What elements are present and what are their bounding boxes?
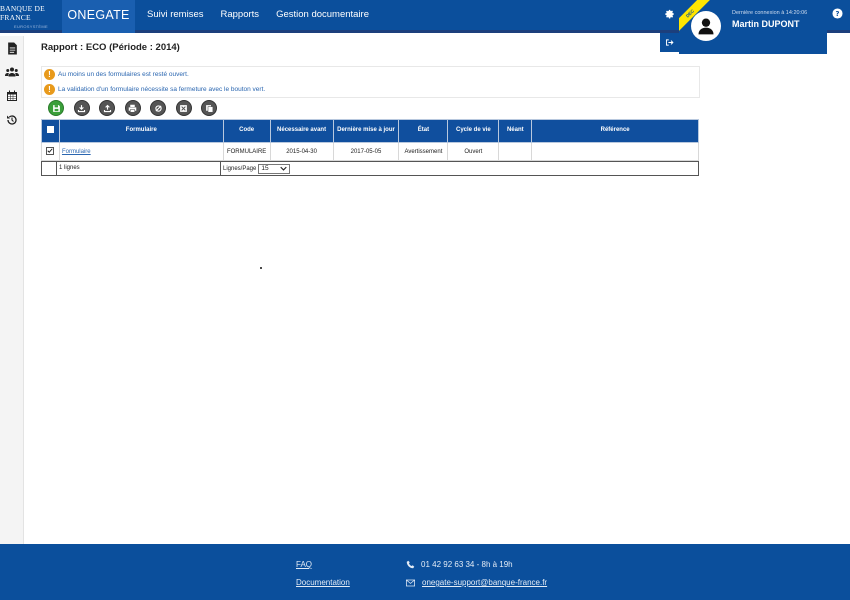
warning-icon: ! [44,69,55,80]
page-size-value: 15 [261,165,269,172]
support-phone: 01 42 92 63 34 - 8h à 19h [421,560,513,569]
col-code[interactable]: Code [222,119,271,143]
user-name: Martin DUPONT [732,19,800,29]
logout-button[interactable] [660,33,679,52]
app-brand[interactable]: ONEGATE [62,0,135,33]
email-icon [406,579,415,587]
left-sidebar [0,36,24,544]
page-footer: FAQ Documentation 01 42 92 63 34 - 8h à … [0,544,850,600]
col-etat[interactable]: État [398,119,449,143]
row-count: 1 lignes [57,162,221,175]
cell-etat: Avertissement [398,142,449,161]
clear-button[interactable] [175,100,192,116]
logout-icon [666,39,674,46]
main-nav: Suivi remises Rapports Gestion documenta… [147,0,386,30]
users-icon [5,67,19,77]
phone-icon [406,560,415,569]
calendar-icon [7,90,17,101]
sidebar-calendar[interactable] [0,84,24,108]
cell-necessaire-avant: 2015-04-30 [269,142,334,161]
export-button[interactable] [99,100,115,116]
check-icon [47,148,54,154]
cell-formulaire: Formulaire [58,142,224,161]
pager-spacer [42,162,57,175]
print-icon [128,104,137,113]
clear-icon [180,104,187,112]
sidebar-users[interactable] [0,60,24,84]
nav-suivi-remises[interactable]: Suivi remises [147,0,204,30]
last-connection: Dernière connexion à 14:20:06 [732,10,808,16]
empty-set-icon [154,104,162,112]
col-derniere-maj[interactable]: Dernière mise à jour [332,119,400,143]
history-icon [7,115,17,125]
cell-cycle-de-vie: Ouvert [447,142,500,161]
message-row: ! La validation d'un formulaire nécessit… [42,82,699,97]
mouse-cursor-dot [260,267,262,269]
documentation-link[interactable]: Documentation [296,578,350,587]
copy-icon [205,104,213,113]
sidebar-documents[interactable] [0,36,24,60]
cell-code: FORMULAIRE [222,142,271,161]
message-box: ! Au moins un des formulaires est resté … [41,66,700,98]
copy-button[interactable] [201,100,217,116]
help-button[interactable]: ? [829,5,846,22]
col-formulaire[interactable]: Formulaire [58,119,224,143]
col-reference[interactable]: Référence [531,119,699,143]
table-row: Formulaire FORMULAIRE 2015-04-30 2017-05… [41,142,699,161]
user-panel[interactable]: DEC Dernière connexion à 14:20:06 Martin… [679,0,827,54]
neant-button[interactable] [150,100,166,116]
action-toolbar [48,100,227,116]
col-cycle-de-vie[interactable]: Cycle de vie [447,119,500,143]
help-icon: ? [832,8,843,19]
settings-button[interactable] [660,0,680,28]
document-icon [7,42,17,54]
warning-icon: ! [44,84,55,95]
row-select-cell[interactable] [41,142,60,161]
nav-gestion-documentaire[interactable]: Gestion documentaire [276,0,369,30]
sidebar-history[interactable] [0,108,24,132]
faq-link[interactable]: FAQ [296,560,312,569]
user-icon [698,18,714,35]
svg-text:?: ? [836,10,840,18]
print-button[interactable] [124,100,141,116]
page-size-control: Lignes/Page 15 [221,162,291,175]
col-necessaire-avant[interactable]: Nécessaire avant [269,119,334,143]
close-form-button[interactable] [48,100,64,116]
table-pager: 1 lignes Lignes/Page 15 [41,161,699,176]
nav-rapports[interactable]: Rapports [221,0,260,30]
banque-de-france-logo[interactable]: BANQUE DE FRANCE EUROSYSTÈME [0,0,62,33]
page-title: Rapport : ECO (Période : 2014) [41,42,180,53]
forms-table: Formulaire Code Nécessaire avant Dernièr… [41,119,699,161]
col-neant[interactable]: Néant [498,119,533,143]
select-all-checkbox[interactable] [46,125,54,133]
message-row: ! Au moins un des formulaires est resté … [42,67,699,82]
chevron-down-icon [280,166,288,171]
select-all-header[interactable] [41,119,60,143]
support-email-link[interactable]: onegate-support@banque-france.fr [422,578,547,587]
import-button[interactable] [73,100,90,116]
logo-subtext: EUROSYSTÈME [14,24,48,29]
gear-icon [665,9,674,19]
cell-reference [531,142,699,161]
logo-text: BANQUE DE FRANCE [0,4,45,22]
save-icon [52,104,60,112]
cell-neant [498,142,533,161]
import-icon [77,104,86,112]
row-checkbox[interactable] [46,146,55,155]
message-text: Au moins un des formulaires est resté ou… [58,71,189,78]
message-text: La validation d'un formulaire nécessite … [58,86,266,93]
cell-derniere-maj: 2017-05-05 [332,142,400,161]
user-avatar [691,11,721,41]
page-size-select[interactable]: 15 [258,163,291,174]
export-icon [103,104,111,112]
table-header-row: Formulaire Code Nécessaire avant Dernièr… [41,119,699,143]
page-size-label: Lignes/Page [223,165,257,172]
form-link[interactable]: Formulaire [62,149,91,155]
